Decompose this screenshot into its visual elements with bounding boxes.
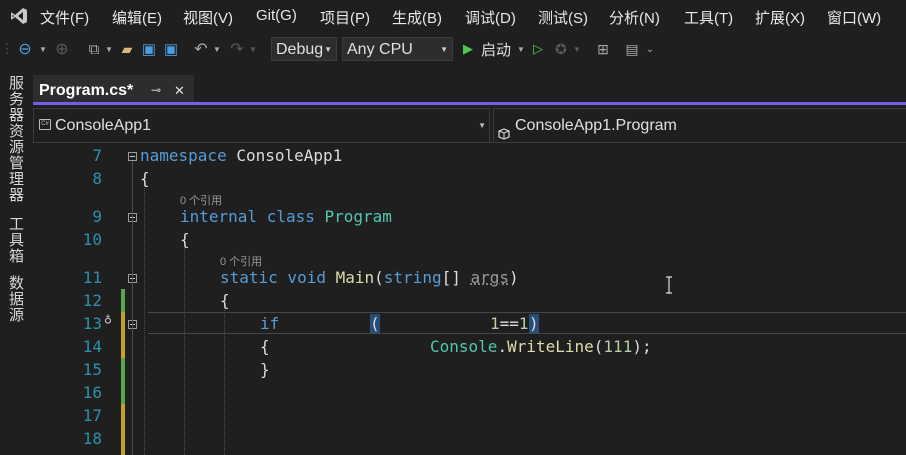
back-dropdown-icon[interactable]: ▼	[38, 32, 48, 66]
toolbar-grip-icon: ⋮	[0, 41, 14, 56]
redo-dropdown-icon[interactable]: ▼	[248, 32, 258, 66]
solution-platform-value: Any CPU	[347, 41, 413, 58]
menu-tools[interactable]: 工具(T)	[684, 7, 733, 28]
hot-reload-dropdown-icon[interactable]: ▼	[572, 32, 582, 66]
new-project-icon[interactable]: ⧉	[84, 32, 104, 66]
pin-tab-icon[interactable]: ⊸	[151, 83, 161, 97]
brace-match-close: )	[529, 314, 539, 333]
new-dropdown-icon[interactable]: ▼	[104, 32, 114, 66]
menu-git[interactable]: Git(G)	[256, 7, 297, 24]
line-number: 17	[82, 406, 102, 425]
hot-reload-icon[interactable]: ✪	[552, 32, 570, 66]
menu-file[interactable]: 文件(F)	[40, 7, 89, 28]
undo-icon[interactable]: ↶	[192, 32, 210, 66]
class-name: ConsoleApp1.Program	[515, 117, 677, 134]
browse-files-icon[interactable]: ⊞	[594, 32, 612, 66]
close-tab-icon[interactable]: ✕	[174, 83, 185, 99]
change-marker-unsaved	[121, 404, 125, 455]
indent-guide	[144, 178, 145, 455]
solution-configuration-value: Debug	[276, 41, 324, 58]
class-dropdown[interactable]: ConsoleApp1.Program	[493, 108, 906, 143]
code-line-12: {	[220, 291, 230, 310]
line-number: 9	[92, 207, 102, 226]
line-number: 15	[82, 360, 102, 379]
code-line-11: static void Main(string[] args)	[220, 268, 519, 287]
line-number: 7	[92, 146, 102, 165]
start-without-debugging-icon[interactable]: ▷	[530, 32, 546, 66]
line-number: 16	[82, 383, 102, 402]
save-icon[interactable]: ▣	[140, 32, 158, 66]
start-dropdown-icon[interactable]: ▼	[516, 32, 526, 66]
menu-edit[interactable]: 编辑(E)	[112, 7, 162, 28]
menu-window[interactable]: 窗口(W)	[827, 7, 881, 28]
navigate-forward-icon[interactable]: ⊕	[52, 32, 72, 66]
text-cursor-icon	[666, 276, 672, 294]
toolbox-tab[interactable]: 工具箱	[6, 216, 26, 264]
line-number: 14	[82, 337, 102, 356]
line-number: 12	[82, 291, 102, 310]
change-marker-saved	[121, 358, 125, 404]
menu-view[interactable]: 视图(V)	[183, 7, 233, 28]
save-all-icon[interactable]: ▣	[162, 32, 180, 66]
line-number: 13	[82, 314, 102, 333]
fold-namespace-icon[interactable]	[128, 152, 137, 161]
project-name: ConsoleApp1	[55, 117, 152, 134]
menu-test[interactable]: 测试(S)	[538, 7, 588, 28]
class-icon	[498, 119, 511, 140]
code-line-14-brace: {	[260, 337, 270, 356]
solution-platform-dropdown[interactable]: Any CPU ▼	[342, 37, 453, 61]
lightbulb-icon[interactable]: ♁	[104, 312, 112, 327]
line-number: 11	[82, 268, 102, 287]
chevron-down-icon: ▼	[440, 45, 448, 54]
toolbar-overflow-icon[interactable]: ⌄	[645, 32, 655, 66]
fold-region-line	[132, 161, 133, 455]
solution-configuration-dropdown[interactable]: Debug ▼	[271, 37, 337, 61]
change-marker-saved	[121, 289, 125, 312]
indent-guide	[224, 300, 225, 455]
line-number: 18	[82, 429, 102, 448]
line-number: 8	[92, 169, 102, 188]
indent-guide	[184, 239, 185, 455]
brace-match-open: (	[370, 314, 380, 333]
menu-bar: 文件(F) 编辑(E) 视图(V) Git(G) 项目(P) 生成(B) 调试(…	[0, 0, 906, 32]
codelens-references[interactable]: 0 个引用	[180, 192, 222, 208]
code-line-9: internal class Program	[180, 207, 392, 226]
code-line-7: namespace ConsoleApp1	[140, 146, 343, 165]
menu-extensions[interactable]: 扩展(X)	[755, 7, 805, 28]
data-sources-tab[interactable]: 数据源	[6, 275, 26, 323]
window-layout-icon[interactable]: ▤	[622, 32, 642, 66]
code-line-13-condition: 1==1	[490, 314, 529, 333]
toolbar: ⋮ ⊖ ▼ ⊕ ⧉ ▼ ▰ ▣ ▣ ↶ ▼ ↷ ▼ ⋮ ▶ 启动 ▼ ▷ ✪ ▼…	[0, 32, 906, 66]
tab-title: Program.cs*	[39, 82, 134, 99]
csharp-project-icon: C#	[39, 119, 51, 130]
code-line-8: {	[140, 169, 150, 188]
code-line-15: }	[260, 360, 270, 379]
start-label[interactable]: 启动	[478, 32, 514, 66]
visual-studio-logo-icon[interactable]	[10, 7, 28, 25]
codelens-references[interactable]: 0 个引用	[220, 253, 262, 269]
menu-build[interactable]: 生成(B)	[392, 7, 442, 28]
undo-dropdown-icon[interactable]: ▼	[212, 32, 222, 66]
project-dropdown[interactable]: C# ConsoleApp1 ▼	[33, 108, 490, 143]
change-marker-unsaved	[121, 312, 125, 358]
navigate-back-icon[interactable]: ⊖	[14, 32, 36, 66]
server-explorer-tab[interactable]: 服务器资源管理器	[6, 75, 26, 203]
line-number: 10	[82, 230, 102, 249]
code-line-14-statement: Console.WriteLine(111);	[430, 337, 652, 356]
redo-icon[interactable]: ↷	[228, 32, 246, 66]
left-tool-rail: 服务器资源管理器 工具箱 数据源	[0, 66, 32, 455]
menu-debug[interactable]: 调试(D)	[465, 7, 516, 28]
code-line-10: {	[180, 230, 190, 249]
start-play-icon[interactable]: ▶	[460, 32, 476, 66]
document-tab-program-cs[interactable]: Program.cs* ⊸ ✕	[33, 75, 194, 105]
open-folder-icon[interactable]: ▰	[118, 32, 136, 66]
menu-project[interactable]: 项目(P)	[320, 7, 370, 28]
chevron-down-icon: ▼	[478, 121, 486, 130]
menu-analyze[interactable]: 分析(N)	[609, 7, 660, 28]
chevron-down-icon: ▼	[324, 45, 332, 54]
code-editor[interactable]: 7 8 9 10 11 12 13 14 15 16 17 18 ♁ names…	[32, 143, 906, 455]
code-line-13-keyword: if	[260, 314, 280, 333]
